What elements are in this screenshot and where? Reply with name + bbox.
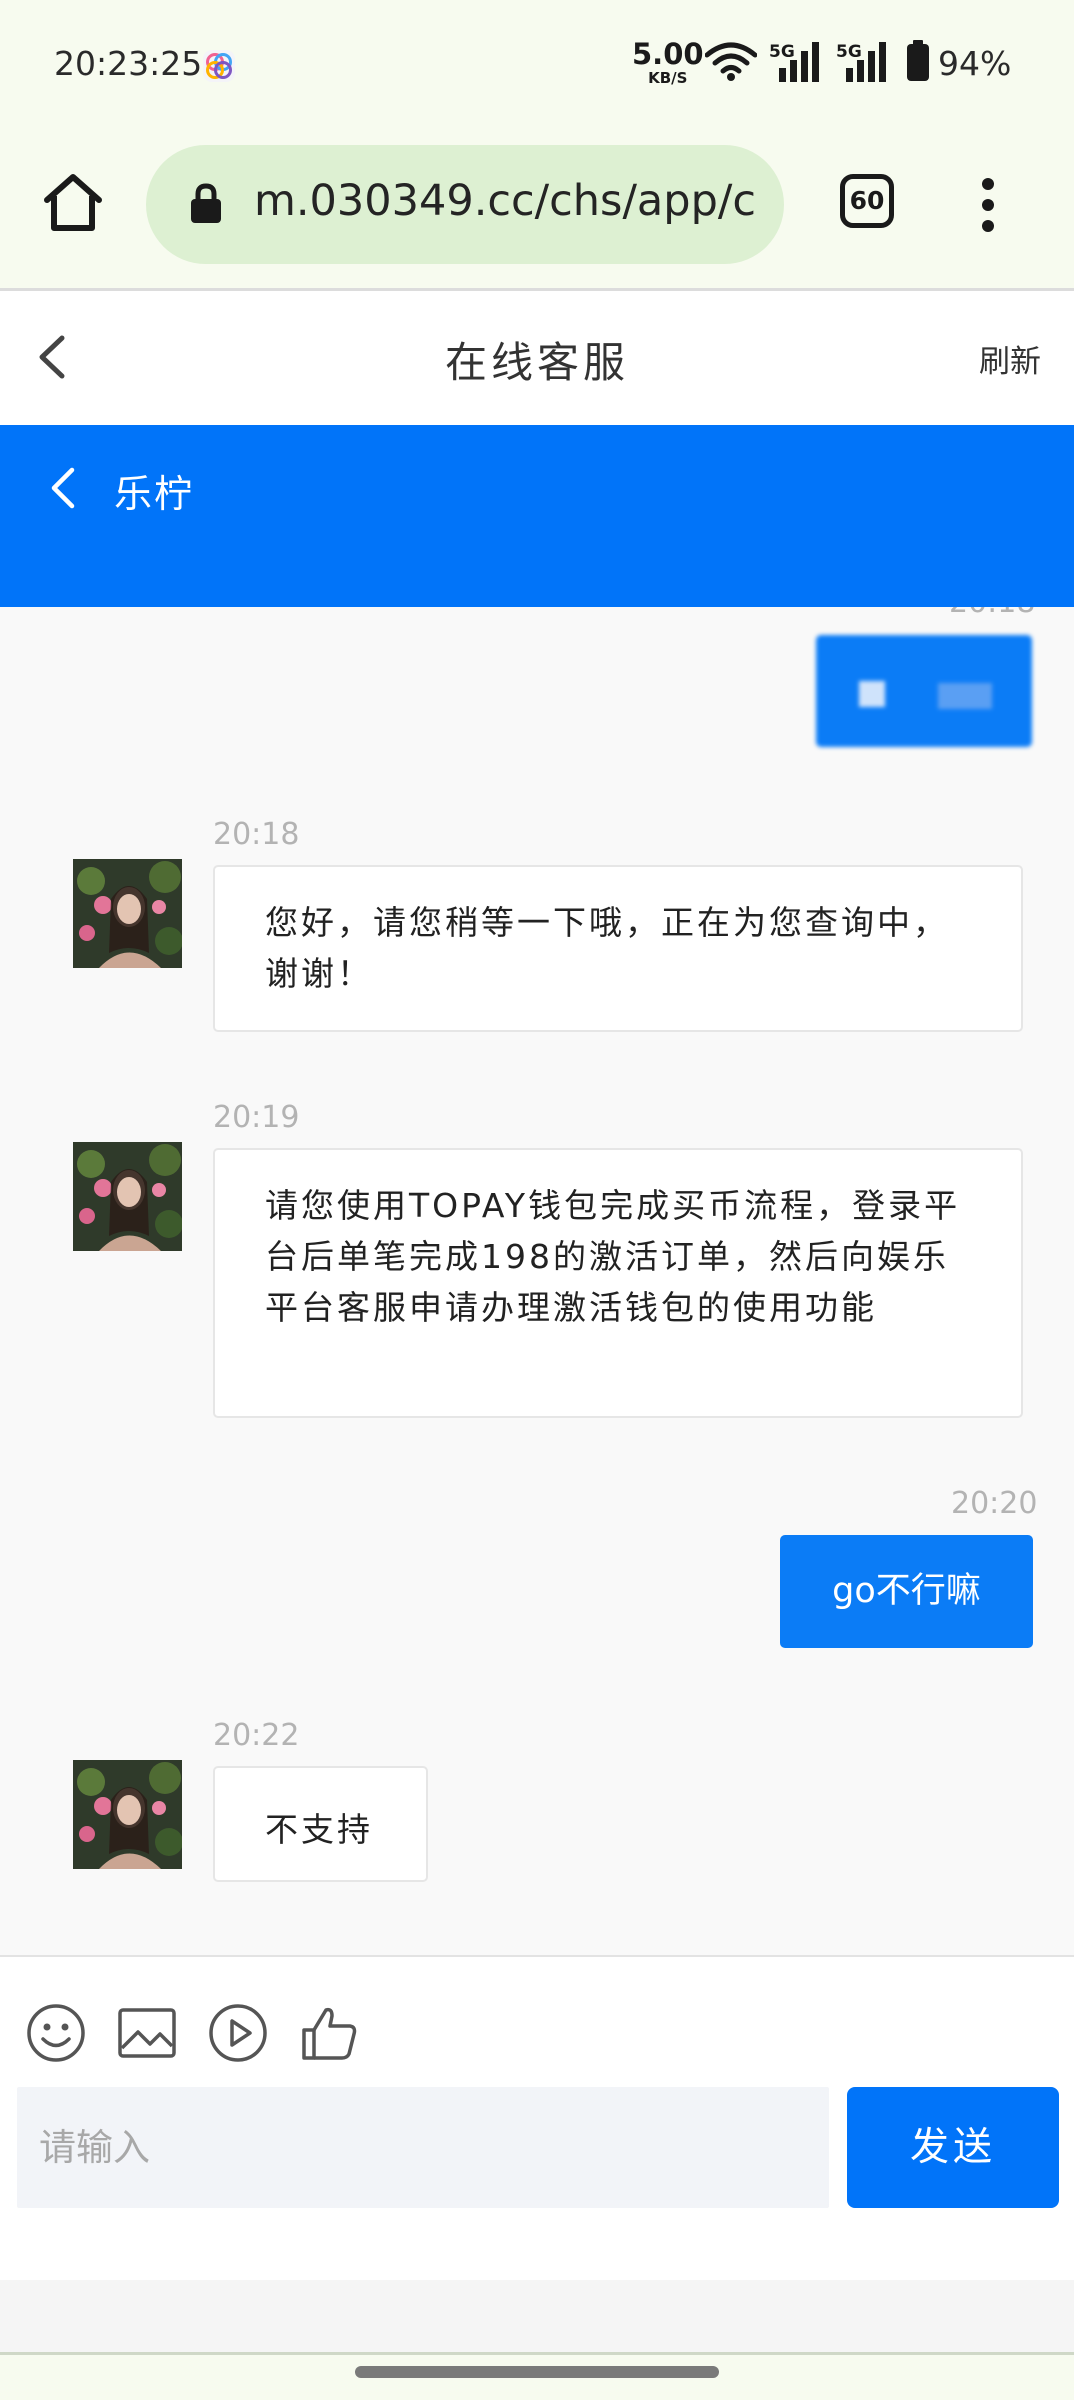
page-footer-space — [0, 2280, 1074, 2352]
svg-text:5G: 5G — [769, 42, 795, 62]
home-icon[interactable] — [42, 172, 104, 234]
gesture-navigation-bar[interactable] — [355, 2366, 719, 2378]
agent-message-bubble: 不支持 — [213, 1766, 428, 1882]
battery-percentage: 94% — [938, 44, 1012, 83]
user-message-bubble — [816, 635, 1032, 747]
svg-text:5G: 5G — [836, 42, 862, 62]
agent-avatar — [73, 1142, 182, 1251]
agent-name: 乐柠 — [114, 472, 195, 516]
agent-avatar — [73, 859, 182, 968]
status-time: 20:23:25 — [54, 44, 203, 83]
chat-message-list[interactable]: 20:18 20:18 您好，请您稍等一下哦，正在为您查询中，谢谢！ 20:19 — [0, 607, 1074, 1955]
network-speed: 5.00 KB/S — [632, 37, 704, 87]
message-timestamp: 20:20 — [951, 1486, 1038, 1521]
refresh-button[interactable]: 刷新 — [979, 336, 1041, 381]
agent-message-bubble: 您好，请您稍等一下哦，正在为您查询中，谢谢！ — [213, 865, 1023, 1032]
signal-icon-2: 5G — [836, 42, 886, 82]
url-text[interactable]: m.030349.cc/chs/app/cu — [254, 176, 759, 226]
message-input[interactable] — [17, 2087, 829, 2208]
battery-icon — [907, 40, 929, 81]
lock-icon[interactable] — [189, 183, 223, 225]
emoji-icon[interactable] — [25, 2002, 87, 2064]
message-timestamp: 20:22 — [213, 1718, 300, 1753]
video-icon[interactable] — [207, 2002, 269, 2064]
page-title: 在线客服 — [444, 338, 629, 387]
image-icon[interactable] — [116, 2002, 178, 2064]
message-timestamp: 20:19 — [213, 1100, 300, 1135]
divider — [0, 2352, 1074, 2355]
agent-avatar — [73, 1760, 182, 1869]
more-menu-icon[interactable] — [973, 174, 1003, 236]
message-timestamp: 20:18 — [949, 607, 1035, 620]
signal-icon-1: 5G — [769, 42, 819, 82]
tab-switcher-button[interactable]: 60 — [840, 174, 894, 228]
agent-message-bubble: 请您使用TOPAY钱包完成买币流程，登录平台后单笔完成198的激活订单，然后向娱… — [213, 1148, 1023, 1418]
thumbs-up-icon[interactable] — [298, 2002, 360, 2064]
send-button[interactable]: 发送 — [847, 2087, 1059, 2208]
wifi-icon — [705, 42, 757, 81]
app-notification-icon — [203, 50, 235, 82]
agent-back-icon[interactable] — [48, 466, 78, 510]
user-message-bubble: go不行嘛 — [780, 1535, 1033, 1648]
message-timestamp: 20:18 — [213, 817, 300, 852]
